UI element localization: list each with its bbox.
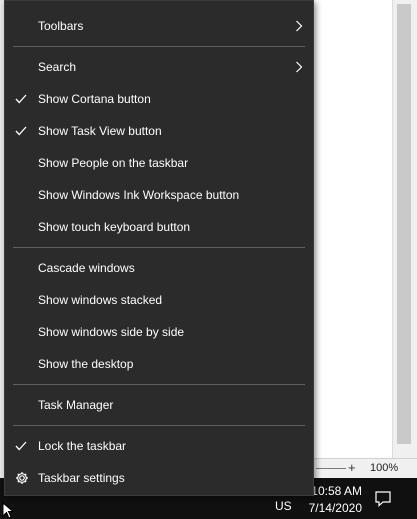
gear-icon [15, 462, 29, 494]
menu-item-taskbar-settings[interactable]: Taskbar settings [5, 462, 313, 494]
menu-item-label: Taskbar settings [38, 471, 125, 485]
mouse-pointer-icon [2, 501, 16, 519]
menu-item-label: Show windows side by side [38, 325, 185, 339]
menu-item-show-windows-ink[interactable]: Show Windows Ink Workspace button [5, 179, 313, 211]
zoom-slider[interactable] [316, 468, 346, 469]
menu-separator [13, 384, 305, 385]
menu-item-label: Task Manager [38, 398, 114, 412]
menu-item-show-desktop[interactable]: Show the desktop [5, 348, 313, 380]
menu-separator [13, 247, 305, 248]
menu-item-show-windows-stacked[interactable]: Show windows stacked [5, 284, 313, 316]
chevron-right-icon [295, 51, 305, 83]
menu-item-lock-taskbar[interactable]: Lock the taskbar [5, 430, 313, 462]
menu-item-search[interactable]: Search [5, 51, 313, 83]
menu-item-label: Show Windows Ink Workspace button [38, 188, 240, 202]
action-center-icon[interactable] [370, 485, 396, 511]
menu-item-label: Show touch keyboard button [38, 220, 191, 234]
menu-separator [13, 425, 305, 426]
menu-item-show-cortana-button[interactable]: Show Cortana button [5, 83, 313, 115]
menu-item-label: Lock the taskbar [38, 439, 127, 453]
scrollbar-thumb[interactable] [397, 4, 411, 444]
menu-item-label: Search [38, 60, 77, 74]
chevron-right-icon [295, 10, 305, 42]
menu-item-show-task-view-button[interactable]: Show Task View button [5, 115, 313, 147]
menu-item-toolbars[interactable]: Toolbars [5, 10, 313, 42]
menu-item-show-touch-keyboard[interactable]: Show touch keyboard button [5, 211, 313, 243]
system-tray-icons[interactable] [172, 496, 262, 501]
menu-item-label: Cascade windows [38, 261, 135, 275]
clock-date: 7/14/2020 [308, 501, 362, 515]
menu-item-label: Show windows stacked [38, 293, 163, 307]
menu-item-show-windows-side-by-side[interactable]: Show windows side by side [5, 316, 313, 348]
desktop-stage: + 100% 10:58 AM 7/14/2020 US Toolbars Se… [0, 0, 417, 519]
menu-item-show-people[interactable]: Show People on the taskbar [5, 147, 313, 179]
checkmark-icon [15, 115, 29, 147]
menu-item-label: Show Cortana button [38, 92, 151, 106]
status-bar: + 100% [312, 458, 417, 478]
checkmark-icon [15, 430, 29, 462]
zoom-in-button[interactable]: + [348, 460, 356, 475]
zoom-level[interactable]: 100% [370, 462, 398, 474]
menu-item-label: Show the desktop [38, 357, 134, 371]
input-language-indicator[interactable]: US [275, 499, 292, 513]
menu-separator [13, 46, 305, 47]
checkmark-icon [15, 83, 29, 115]
menu-item-task-manager[interactable]: Task Manager [5, 389, 313, 421]
menu-item-label: Toolbars [38, 19, 84, 33]
taskbar-context-menu: Toolbars Search Show Cortana button Show… [4, 0, 314, 496]
menu-item-label: Show Task View button [38, 124, 162, 138]
menu-item-label: Show People on the taskbar [38, 156, 189, 170]
menu-item-cascade-windows[interactable]: Cascade windows [5, 252, 313, 284]
